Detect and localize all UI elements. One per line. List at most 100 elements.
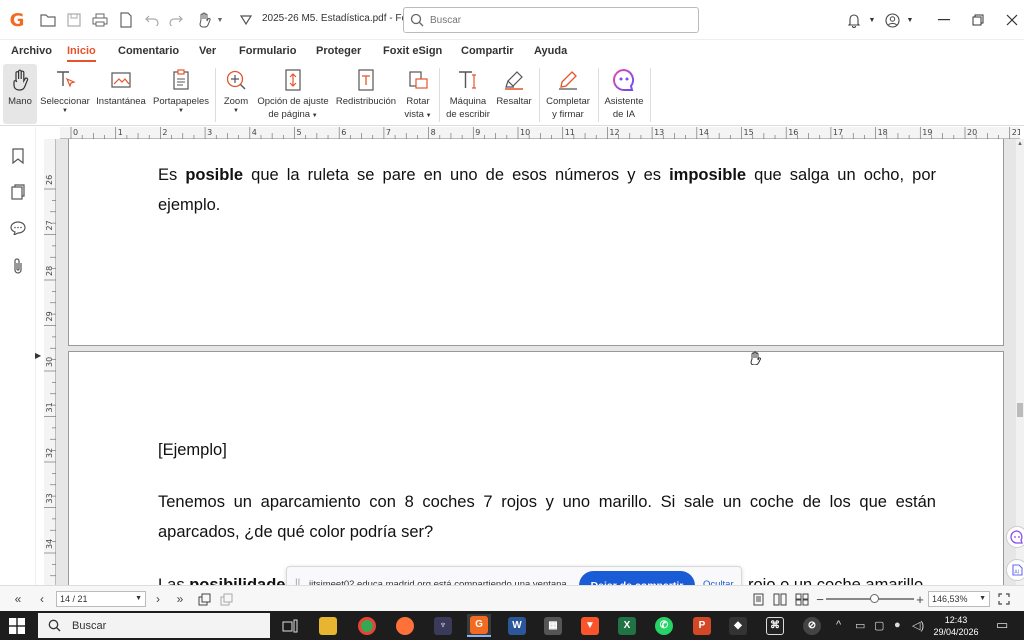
select-tool-label: Seleccionar [40, 96, 90, 107]
continuous-view-icon[interactable] [794, 591, 810, 607]
python-app-icon[interactable]: ♆ [431, 614, 455, 637]
microphone-icon[interactable]: ● [894, 619, 901, 631]
page-number-field[interactable]: 14 / 21 ▼ [56, 591, 146, 607]
ai-tools-float-icon[interactable]: AI [1006, 559, 1024, 581]
zoom-slider-knob[interactable] [869, 594, 879, 603]
rotate-view-button[interactable]: Rotar vista ▼ [402, 64, 434, 124]
powerpoint-icon[interactable]: P [690, 614, 714, 637]
ai-chat-float-icon[interactable] [1006, 526, 1024, 548]
search-input[interactable] [430, 12, 690, 28]
brave-icon[interactable]: ▼ [578, 614, 602, 637]
first-page-icon[interactable]: « [10, 591, 26, 607]
task-view-icon[interactable] [278, 614, 302, 637]
display-icon[interactable]: ▢ [874, 619, 884, 632]
pages-thumbnail-icon[interactable] [9, 183, 27, 201]
next-page-icon[interactable]: › [150, 591, 166, 607]
screen-tool-icon[interactable]: ⌘ [763, 614, 787, 637]
account-icon[interactable] [882, 10, 902, 30]
whatsapp-icon[interactable]: ✆ [652, 614, 676, 637]
chevron-down-icon[interactable]: ▼ [862, 10, 882, 30]
inkscape-icon[interactable]: ◆ [726, 614, 750, 637]
clipboard-button[interactable]: Portapapeles ▼ [151, 64, 211, 124]
taskbar-search-box[interactable]: Buscar [38, 613, 270, 638]
fill-sign-icon [556, 68, 580, 92]
windows-start-icon[interactable] [9, 618, 25, 634]
redo-icon[interactable] [166, 10, 186, 30]
zoom-in-icon[interactable]: + [912, 591, 928, 607]
capture-app-icon[interactable]: ⊘ [800, 614, 824, 637]
ruler-label: 21 [1012, 128, 1020, 137]
tray-overflow-icon[interactable]: ^ [836, 619, 841, 631]
search-box[interactable] [403, 7, 699, 33]
copy-view-icon[interactable] [196, 591, 212, 607]
undo-icon[interactable] [142, 10, 162, 30]
two-page-view-icon[interactable] [772, 591, 788, 607]
menu-comentario[interactable]: Comentario [118, 45, 179, 57]
notifications-bell-icon[interactable] [844, 10, 864, 30]
single-page-view-icon[interactable] [750, 591, 766, 607]
file-explorer-icon[interactable] [316, 614, 340, 637]
typewriter-label-line2: de escribir [446, 109, 490, 120]
volume-icon[interactable]: ◁) [912, 619, 924, 632]
expand-panel-arrow-icon[interactable]: ▶ [35, 351, 41, 360]
foxit-taskbar-icon[interactable]: G [467, 614, 491, 637]
ruler-label: 18 [878, 128, 888, 137]
firefox-icon[interactable] [393, 614, 417, 637]
highlight-label: Resaltar [496, 96, 532, 107]
minimize-icon[interactable] [934, 10, 954, 30]
zoom-level-field[interactable]: 146,53% ▼ [928, 591, 990, 607]
save-icon[interactable] [64, 10, 84, 30]
attachment-icon[interactable] [9, 257, 27, 275]
document-icon[interactable] [116, 10, 136, 30]
excel-icon[interactable]: X [615, 614, 639, 637]
highlight-button[interactable]: Resaltar [495, 64, 533, 124]
fill-and-sign-button[interactable]: Completar y firmar [542, 64, 594, 124]
previous-page-icon[interactable]: ‹ [34, 591, 50, 607]
menu-ayuda[interactable]: Ayuda [534, 45, 567, 57]
network-icon[interactable]: ▭ [855, 619, 865, 632]
print-icon[interactable] [90, 10, 110, 30]
scroll-up-icon[interactable]: ▲ [1017, 141, 1023, 147]
ruler-label: 10 [520, 128, 530, 137]
highlighter-icon [502, 68, 526, 92]
page-fit-button[interactable]: Opción de ajuste de página ▼ [255, 64, 331, 124]
customize-toolbar-icon[interactable] [236, 10, 256, 30]
last-page-icon[interactable]: » [172, 591, 188, 607]
chevron-down-icon[interactable]: ▼ [210, 10, 230, 30]
reflow-button[interactable]: Redistribución [334, 64, 398, 124]
calculator-icon[interactable]: ▦ [541, 614, 565, 637]
bookmark-icon[interactable] [9, 147, 27, 165]
chevron-down-icon[interactable]: ▼ [900, 10, 920, 30]
document-viewport[interactable]: Es posible que la ruleta se pare en uno … [56, 139, 1016, 585]
menu-foxit-esign[interactable]: Foxit eSign [383, 45, 442, 57]
menu-formulario[interactable]: Formulario [239, 45, 296, 57]
ribbon-divider [439, 68, 440, 122]
menu-compartir[interactable]: Compartir [461, 45, 514, 57]
ruler-label: 32 [45, 448, 54, 458]
chrome-icon[interactable] [355, 614, 379, 637]
notification-center-icon[interactable]: ▭ [996, 617, 1008, 633]
ruler-label: 8 [431, 128, 436, 137]
paste-view-icon[interactable] [218, 591, 234, 607]
snapshot-button[interactable]: Instantánea [94, 64, 148, 124]
zoom-button[interactable]: Zoom ▼ [220, 64, 252, 124]
vertical-scrollbar[interactable]: ▲ [1016, 139, 1024, 585]
ai-assistant-button[interactable]: Asistente de IA [602, 64, 646, 124]
menu-inicio[interactable]: Inicio [67, 45, 96, 62]
hand-tool-button[interactable]: Mano [3, 64, 37, 124]
select-tool-button[interactable]: Seleccionar ▼ [38, 64, 92, 124]
scrollbar-thumb[interactable] [1017, 403, 1023, 417]
restore-icon[interactable] [968, 10, 988, 30]
word-icon[interactable]: W [505, 614, 529, 637]
zoom-slider[interactable] [826, 594, 914, 603]
comments-icon[interactable] [9, 219, 27, 237]
menu-archivo[interactable]: Archivo [11, 45, 52, 57]
menu-proteger[interactable]: Proteger [316, 45, 361, 57]
typewriter-button[interactable]: Máquina de escribir [444, 64, 492, 124]
close-icon[interactable] [1002, 10, 1022, 30]
foxit-logo-icon[interactable]: G [6, 9, 28, 31]
taskbar-clock[interactable]: 12:43 29/04/2026 [932, 614, 980, 638]
menu-ver[interactable]: Ver [199, 45, 216, 57]
open-folder-icon[interactable] [38, 10, 58, 30]
fullscreen-icon[interactable] [996, 591, 1012, 607]
